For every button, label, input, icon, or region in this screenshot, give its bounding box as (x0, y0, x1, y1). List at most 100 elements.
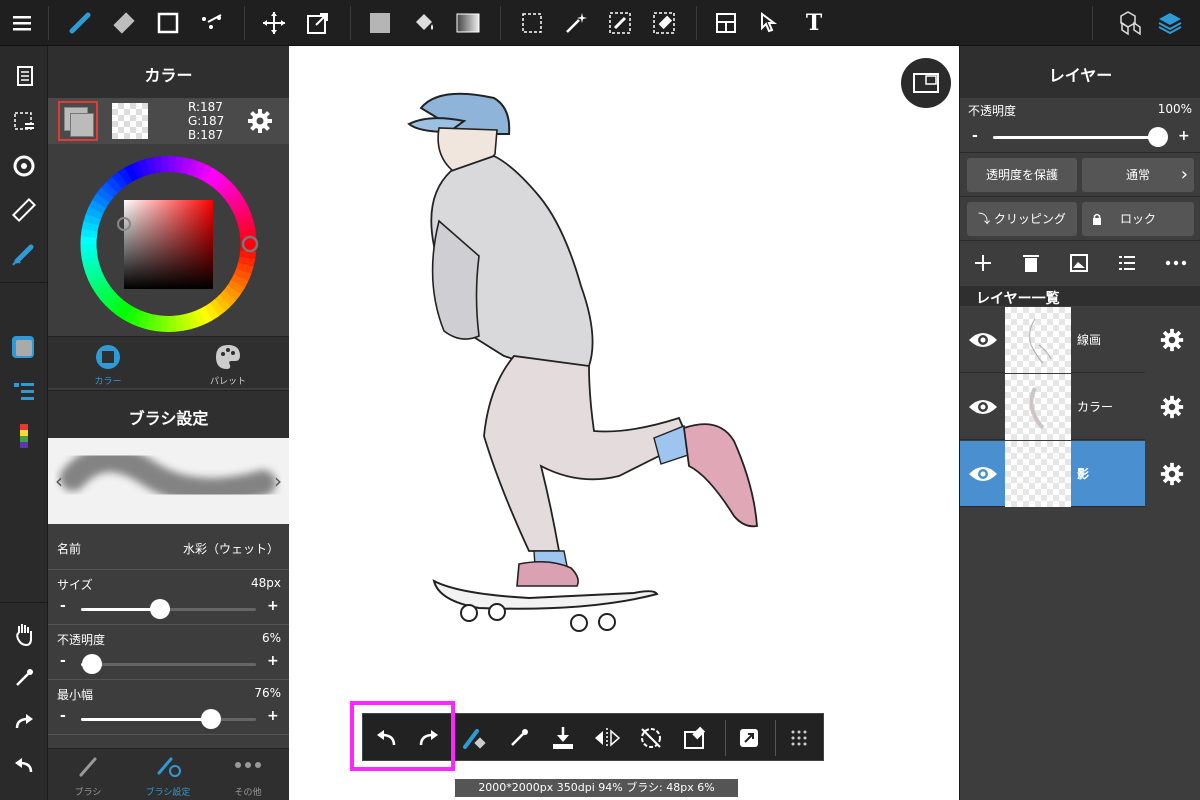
layers-icon[interactable] (1152, 5, 1188, 41)
size-slider[interactable] (81, 599, 256, 619)
palette-icon (216, 345, 240, 369)
gear-icon[interactable] (1158, 393, 1186, 421)
layer-list-icon[interactable] (1116, 252, 1138, 278)
quick-grid-button[interactable] (781, 720, 817, 756)
size-minus[interactable]: - (60, 598, 66, 614)
opacity-plus[interactable]: + (267, 653, 279, 669)
brush-settings-toggle-icon[interactable] (6, 374, 42, 410)
sub-color-swatch[interactable] (112, 103, 148, 139)
min-width-plus[interactable]: + (267, 708, 279, 724)
tab-color[interactable]: カラー (48, 337, 168, 389)
hand-icon[interactable] (6, 616, 42, 652)
transform-icon[interactable] (300, 5, 336, 41)
eye-icon[interactable] (960, 441, 1005, 507)
color-tabs: カラー パレット (48, 336, 289, 388)
flip-button[interactable] (589, 720, 625, 756)
blur-dots-icon[interactable] (194, 5, 230, 41)
skateboarder-artwork (407, 92, 758, 632)
protect-alpha-button[interactable]: 透明度を保護 (967, 158, 1077, 192)
min-width-slider[interactable] (81, 709, 256, 729)
eyedropper-icon[interactable] (6, 660, 42, 696)
opacity-slider[interactable] (81, 654, 256, 674)
blend-mode-button[interactable]: 通常 › (1082, 158, 1194, 192)
eye-icon[interactable] (960, 374, 1005, 440)
clipping-button[interactable]: ⤵ クリッピング (967, 202, 1077, 236)
size-row: サイズ 48px - + (48, 570, 289, 625)
clear-layer-icon (684, 726, 706, 749)
delete-layer-icon[interactable] (1020, 252, 1042, 278)
size-plus[interactable]: + (267, 598, 279, 614)
layer-row-color[interactable]: カラー (960, 374, 1145, 440)
save-button[interactable] (545, 720, 581, 756)
opacity-minus[interactable]: - (60, 653, 66, 669)
operate-icon[interactable] (752, 5, 788, 41)
clear-layer-button[interactable] (677, 720, 713, 756)
fill-color-icon[interactable] (362, 5, 398, 41)
navigator-toggle-button[interactable] (901, 58, 951, 108)
move-icon[interactable] (256, 5, 292, 41)
rotate-reset-button[interactable] (633, 720, 669, 756)
layer-opacity-minus[interactable]: - (972, 128, 978, 144)
fullscreen-button[interactable] (731, 720, 767, 756)
brush-name-value[interactable]: 水彩（ウェット） (183, 540, 279, 557)
main-color-swatch[interactable] (58, 101, 98, 141)
undo-icon[interactable] (6, 748, 42, 784)
stabilizer-icon[interactable] (6, 236, 42, 272)
bucket-icon[interactable] (406, 5, 442, 41)
snap-icon[interactable] (6, 148, 42, 184)
select-rect-icon[interactable] (514, 5, 550, 41)
material-icon[interactable] (1110, 5, 1146, 41)
tab-brush-settings[interactable]: ブラシ設定 (128, 749, 208, 800)
size-slider-knob[interactable] (149, 599, 170, 619)
save-icon (553, 727, 573, 749)
min-width-minus[interactable]: - (60, 708, 66, 724)
brush-icon[interactable] (62, 5, 98, 41)
tab-brush[interactable]: ブラシ (48, 749, 128, 800)
frame-divide-icon[interactable] (708, 5, 744, 41)
add-layer-icon[interactable] (972, 252, 994, 278)
drawing-canvas[interactable]: 2000*2000px 350dpi 94% ブラシ: 48px 6% (289, 46, 959, 800)
layer-panel-title: レイヤー (1048, 66, 1113, 85)
layer-opacity-knob[interactable] (1148, 127, 1168, 147)
color-brush-panel: カラー R:187 G:187 B:187 カラー パレット ブラシ設定 ‹ ›… (48, 46, 289, 800)
layer-opacity-plus[interactable]: + (1178, 128, 1190, 144)
layer-row-lineart[interactable]: 線画 (960, 307, 1145, 373)
color-palette-toggle-icon[interactable] (6, 418, 42, 454)
tab-palette[interactable]: パレット (168, 337, 288, 389)
layer-more-icon[interactable] (1164, 252, 1188, 278)
layer-opacity-slider[interactable] (993, 127, 1168, 147)
tab-other[interactable]: その他 (208, 749, 288, 800)
color-panel-toggle-icon[interactable] (6, 330, 42, 366)
gear-icon[interactable] (1158, 460, 1186, 488)
brush-eraser-swap-button[interactable] (456, 720, 492, 756)
eraser-icon[interactable] (106, 5, 142, 41)
undo-redo-highlight-box (350, 701, 455, 771)
gear-icon[interactable] (1158, 326, 1186, 354)
prev-brush-arrow[interactable]: ‹ (48, 438, 70, 524)
select-eraser-icon[interactable] (646, 5, 682, 41)
select-pen-icon[interactable] (602, 5, 638, 41)
magic-wand-icon[interactable] (558, 5, 594, 41)
layer-row-shadow-selected[interactable]: 影 (960, 441, 1145, 507)
min-width-slider-knob[interactable] (200, 709, 221, 729)
selection-menu-icon[interactable] (6, 104, 42, 140)
text-icon[interactable]: T (796, 5, 832, 41)
color-settings-gear-icon[interactable] (246, 107, 274, 139)
ruler-icon[interactable] (6, 192, 42, 228)
menu-icon[interactable] (4, 5, 40, 41)
rectangle-icon[interactable] (150, 5, 186, 41)
eye-icon[interactable] (960, 307, 1005, 373)
next-brush-arrow[interactable]: › (267, 438, 289, 524)
chevron-right-icon: › (1180, 164, 1188, 185)
add-image-layer-icon[interactable] (1068, 252, 1090, 278)
opacity-slider-knob[interactable] (81, 654, 102, 674)
redo-icon[interactable] (6, 704, 42, 740)
eyedropper-button[interactable] (501, 720, 537, 756)
color-swatch-row: R:187 G:187 B:187 (48, 98, 289, 144)
layer-opacity-value: 100% (1157, 102, 1192, 116)
gradient-icon[interactable] (450, 5, 486, 41)
page-manager-icon[interactable] (6, 58, 42, 94)
lock-button[interactable]: ロック (1082, 202, 1194, 236)
flip-icon (595, 728, 621, 748)
color-wheel[interactable] (48, 144, 289, 336)
